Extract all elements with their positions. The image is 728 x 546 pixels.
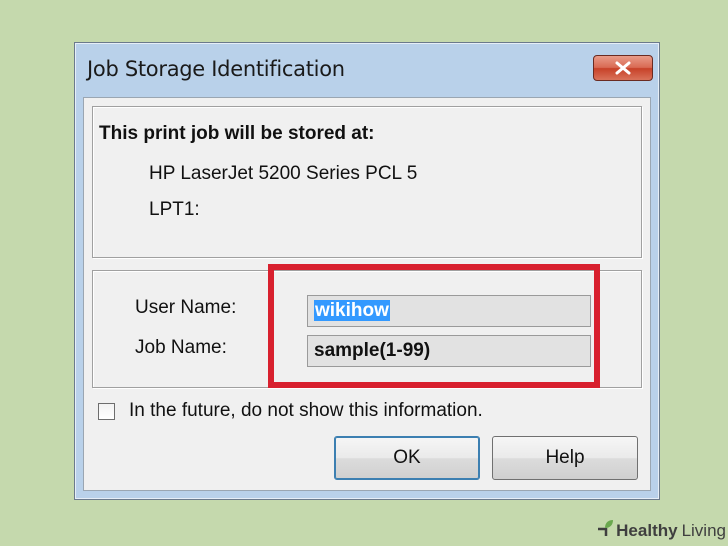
- watermark-brand-rest: Living: [681, 520, 726, 540]
- dont-show-again-checkbox[interactable]: [98, 402, 115, 420]
- printer-name: HP LaserJet 5200 Series PCL 5: [149, 163, 418, 184]
- close-x-icon: [614, 61, 632, 75]
- storage-location-group: This print job will be stored at: HP Las…: [92, 106, 642, 258]
- leaf-icon: [596, 519, 614, 542]
- user-name-label: User Name:: [135, 297, 237, 318]
- watermark-brand-bold: Healthy: [616, 520, 678, 540]
- close-button[interactable]: [593, 55, 653, 81]
- printer-port: LPT1:: [149, 199, 200, 220]
- dialog-title: Job Storage Identification: [87, 57, 345, 81]
- dont-show-again-row[interactable]: In the future, do not show this informat…: [98, 400, 483, 422]
- dont-show-again-label[interactable]: In the future, do not show this informat…: [129, 400, 483, 422]
- annotation-highlight-box: [268, 264, 600, 388]
- healthy-living-watermark: Healthy Living: [596, 519, 726, 542]
- storage-heading: This print job will be stored at:: [99, 123, 375, 144]
- help-button[interactable]: Help: [492, 436, 638, 480]
- ok-button[interactable]: OK: [334, 436, 480, 480]
- title-bar[interactable]: Job Storage Identification: [75, 43, 659, 97]
- job-name-label: Job Name:: [135, 337, 227, 358]
